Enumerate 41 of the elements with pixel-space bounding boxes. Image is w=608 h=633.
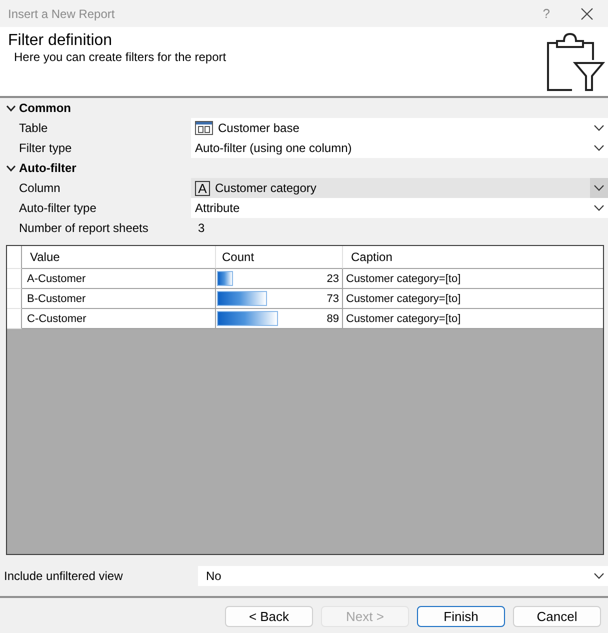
dropdown-field[interactable]: Customer base xyxy=(191,118,608,138)
close-icon[interactable] xyxy=(581,8,593,20)
text-column-icon: A xyxy=(195,180,210,196)
chevron-down-icon xyxy=(594,205,604,211)
table-cell: Customer category=[to] xyxy=(343,309,603,329)
property-label: Table xyxy=(18,121,49,135)
row-header[interactable] xyxy=(7,309,22,329)
wizard-button[interactable]: < Back xyxy=(225,606,313,627)
page-title: Filter definition xyxy=(8,31,112,50)
row-header[interactable] xyxy=(7,246,22,269)
wizard-button[interactable]: Finish xyxy=(417,606,505,627)
property-label: Column xyxy=(18,181,62,195)
page-subtitle: Here you can create filters for the report xyxy=(13,50,226,64)
count-value: 23 xyxy=(326,272,339,284)
row-header[interactable] xyxy=(7,289,22,309)
row-header[interactable] xyxy=(7,269,22,289)
window-title: Insert a New Report xyxy=(8,6,116,20)
property-value: 3 xyxy=(197,220,206,237)
property-label: Filter type xyxy=(18,141,73,155)
wizard-button[interactable]: Cancel xyxy=(513,606,601,627)
clipboard-filter-icon xyxy=(545,32,605,92)
table-icon xyxy=(195,121,213,135)
table-cell: C-Customer xyxy=(22,309,216,329)
chevron-down-icon xyxy=(594,145,604,151)
dropdown-field[interactable]: No xyxy=(198,566,608,586)
group-title: Auto-filter xyxy=(19,161,76,175)
dropdown-button[interactable] xyxy=(590,178,608,198)
property-label: Number of report sheets xyxy=(18,221,150,235)
chevron-down-icon xyxy=(594,125,604,131)
chevron-down-icon xyxy=(594,573,604,579)
count-value: 89 xyxy=(326,312,339,324)
chevron-down-icon[interactable] xyxy=(6,104,16,112)
group-title: Common xyxy=(19,101,71,115)
dropdown-field[interactable]: A Customer category xyxy=(191,178,608,198)
dropdown-field[interactable]: Attribute xyxy=(191,198,608,218)
dropdown-field[interactable]: Auto-filter (using one column) xyxy=(191,138,608,158)
property-label: Auto-filter type xyxy=(18,201,98,215)
chevron-down-icon[interactable] xyxy=(6,164,16,172)
chevron-down-icon xyxy=(594,185,604,191)
count-value: 73 xyxy=(326,292,339,304)
property-label: Include unfiltered view xyxy=(3,569,124,583)
